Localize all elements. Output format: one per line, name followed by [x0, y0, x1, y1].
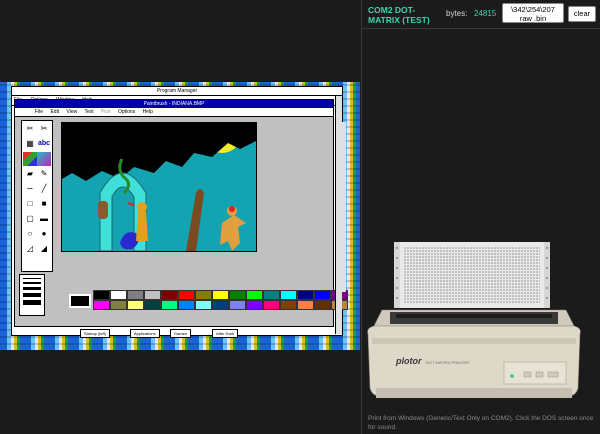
printer-panel: COM2 DOT-MATRIX (TEST) bytes: 24815 \342… [362, 0, 600, 434]
filled-circle-icon[interactable]: ● [37, 227, 51, 241]
brush-icon[interactable]: ✎ [37, 167, 51, 181]
color-eraser-icon[interactable] [23, 152, 37, 166]
paintbrush-window: Paintbrush - INDIANA.BMP File Edit View … [14, 99, 348, 327]
palette-swatch[interactable] [297, 290, 314, 300]
palette-swatch[interactable] [297, 300, 314, 310]
current-color [69, 294, 91, 308]
pb-menu-help[interactable]: Help [143, 109, 153, 115]
pb-menu-file[interactable]: File [35, 109, 43, 115]
printer-model: DOT MATRIX PRINTER [426, 360, 469, 365]
paint-canvas[interactable] [61, 122, 257, 252]
filled-box-icon[interactable]: ■ [37, 197, 51, 211]
panel-header: COM2 DOT-MATRIX (TEST) bytes: 24815 \342… [362, 0, 600, 29]
palette-swatch[interactable] [127, 290, 144, 300]
program-manager-scrollbar[interactable] [335, 96, 342, 334]
printer-button-3[interactable] [547, 371, 559, 378]
filled-polygon-icon[interactable]: ◢ [37, 242, 51, 256]
printer-brand: plotor [395, 356, 422, 366]
pb-menu-text[interactable]: Text [85, 109, 94, 115]
pb-menu-pick[interactable]: Pick [101, 109, 110, 115]
group-after-dark[interactable]: After Dark [212, 329, 239, 338]
emulator-screen[interactable]: Program Manager File Options Window Help… [0, 82, 360, 350]
pick-icon[interactable]: ✂ [37, 122, 51, 136]
printed-paper [394, 242, 550, 308]
circle-icon[interactable]: ○ [23, 227, 37, 241]
paintbrush-menu: File Edit View Text Pick Options Help [15, 108, 333, 117]
palette-swatch[interactable] [212, 290, 229, 300]
palette-swatch[interactable] [93, 300, 110, 310]
program-manager-title: Program Manager [12, 87, 342, 96]
text-tool-icon[interactable]: abc [37, 137, 51, 151]
palette-swatch[interactable] [212, 300, 229, 310]
palette-swatch[interactable] [93, 290, 110, 300]
palette-swatch[interactable] [144, 290, 161, 300]
paintbrush-title: Paintbrush - INDIANA.BMP [15, 100, 333, 108]
paint-roller-icon[interactable]: ▰ [23, 167, 37, 181]
scissors-icon[interactable]: ✂ [23, 122, 37, 136]
color-palette [61, 290, 351, 312]
group-startup[interactable]: Startup (left) [80, 329, 111, 338]
clear-button[interactable]: clear [568, 6, 596, 22]
printer-button-1[interactable] [523, 371, 532, 378]
palette-swatch[interactable] [178, 300, 195, 310]
palette-swatch[interactable] [263, 300, 280, 310]
download-raw-label: raw .bin [519, 14, 547, 23]
power-led-icon [510, 374, 514, 378]
usage-hint: Print from Windows (Generic/Text Only on… [368, 415, 594, 431]
filled-rounded-box-icon[interactable]: ▬ [37, 212, 51, 226]
palette-swatch[interactable] [110, 290, 127, 300]
box-icon[interactable]: □ [23, 197, 37, 211]
spray-icon[interactable]: ▦ [23, 137, 37, 151]
printer-button-2[interactable] [535, 371, 544, 378]
group-applications[interactable]: Applications [130, 329, 160, 338]
palette-swatch[interactable] [229, 300, 246, 310]
printer-control-panel [503, 361, 567, 385]
bytes-label: bytes: [446, 9, 468, 18]
palette-swatch[interactable] [195, 300, 212, 310]
palette-swatch[interactable] [314, 290, 331, 300]
polygon-icon[interactable]: ◿ [23, 242, 37, 256]
palette-swatch[interactable] [280, 300, 297, 310]
palette-swatch[interactable] [280, 290, 297, 300]
palette-swatch[interactable] [246, 290, 263, 300]
palette-swatch[interactable] [127, 300, 144, 310]
line-icon[interactable]: ╱ [37, 182, 51, 196]
pb-menu-view[interactable]: View [66, 109, 77, 115]
pb-menu-edit[interactable]: Edit [50, 109, 59, 115]
printer-body [367, 309, 581, 398]
panel-title: COM2 DOT-MATRIX (TEST) [368, 5, 430, 25]
palette-swatch[interactable] [263, 290, 280, 300]
bytes-count: 24815 [474, 9, 497, 18]
palette-swatch[interactable] [229, 290, 246, 300]
palette-swatch[interactable] [144, 300, 161, 310]
palette-swatch[interactable] [195, 290, 212, 300]
eraser-icon[interactable] [37, 152, 51, 166]
rounded-box-icon[interactable]: ▢ [23, 212, 37, 226]
line-width-picker[interactable] [19, 274, 45, 316]
dot-matrix-printer: plotor DOT MATRIX PRINTER [367, 242, 581, 398]
palette-swatch[interactable] [246, 300, 263, 310]
group-games[interactable]: Games [170, 329, 191, 338]
palette-swatch[interactable] [161, 290, 178, 300]
paint-toolbox: ✂ ✂ ▦ abc ▰ ✎ ∽ ╱ □ ■ ▢ ▬ ○ ● ◿ ◢ [21, 120, 53, 272]
pb-menu-options[interactable]: Options [118, 109, 135, 115]
palette-swatch[interactable] [110, 300, 127, 310]
program-manager-window: Program Manager File Options Window Help… [11, 86, 348, 338]
palette-swatch[interactable] [314, 300, 331, 310]
palette-swatch[interactable] [161, 300, 178, 310]
download-raw-button[interactable]: \342\254\207 raw .bin [502, 3, 564, 23]
download-raw-arrow-text: \342\254\207 [511, 5, 555, 14]
palette-swatch[interactable] [178, 290, 195, 300]
curve-icon[interactable]: ∽ [23, 182, 37, 196]
indiana-painting [62, 123, 256, 251]
